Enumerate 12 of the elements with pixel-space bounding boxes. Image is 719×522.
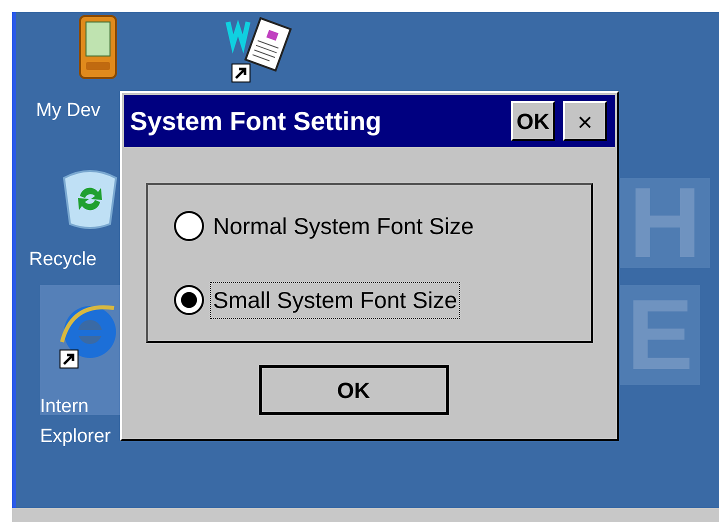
close-button[interactable]: × bbox=[563, 101, 607, 141]
radio-button[interactable] bbox=[174, 210, 204, 241]
desktop-icon-label[interactable]: Intern Explorer bbox=[40, 392, 111, 452]
handheld-device-icon[interactable] bbox=[76, 14, 120, 80]
radio-label[interactable]: Normal System Font Size bbox=[210, 208, 477, 244]
radio-button[interactable] bbox=[174, 285, 204, 316]
radio-label[interactable]: Small System Font Size bbox=[210, 282, 460, 318]
desktop-icon-label[interactable]: Recycle bbox=[29, 245, 97, 275]
ok-button[interactable]: OK bbox=[511, 101, 555, 141]
desktop-icon-label[interactable]: My Dev bbox=[36, 96, 100, 126]
ok-button[interactable]: OK bbox=[258, 365, 448, 415]
window-title: System Font Setting bbox=[130, 104, 382, 138]
